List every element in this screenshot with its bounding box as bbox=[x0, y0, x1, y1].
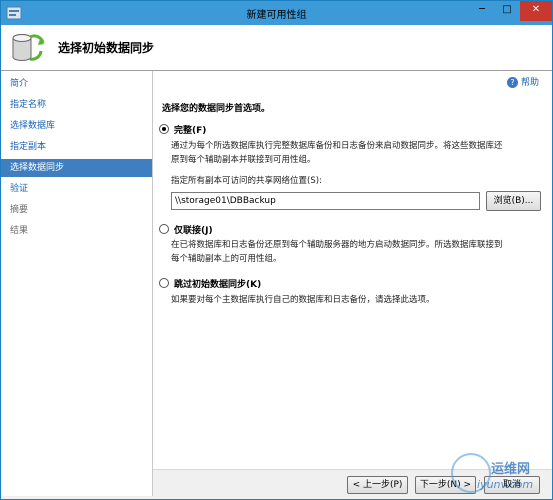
nav-item-results: 结果 bbox=[10, 226, 29, 236]
share-location-label: 指定所有副本可访问的共享网络位置(S): bbox=[171, 176, 322, 186]
description-line: 每个辅助副本上的可用性组。 bbox=[171, 254, 282, 264]
watermark-title: 运维网 bbox=[491, 462, 531, 477]
nav-item-replicas[interactable]: 指定副本 bbox=[1, 138, 152, 156]
nav-item-intro[interactable]: 简介 bbox=[1, 75, 152, 93]
minimize-button[interactable]: ─ bbox=[470, 1, 494, 21]
browse-button[interactable]: 浏览(B)... bbox=[486, 191, 541, 211]
wizard-header: 选择初始数据同步 bbox=[1, 25, 552, 71]
full-radio[interactable] bbox=[159, 124, 169, 134]
nav-item-validation[interactable]: 验证 bbox=[1, 180, 152, 198]
skip-sync-option-label[interactable]: 跳过初始数据同步(K) bbox=[174, 277, 261, 290]
content-panel bbox=[153, 71, 552, 469]
full-option-description: 通过为每个所选数据库执行完整数据库备份和日志备份来启动数据同步。将这些数据库还 … bbox=[171, 139, 551, 167]
nav-item-data-sync[interactable]: 选择数据同步 bbox=[1, 159, 152, 177]
page-title: 选择初始数据同步 bbox=[58, 41, 155, 55]
description-line: 如果要对每个主数据库执行自己的数据库和日志备份，请选择此选项。 bbox=[171, 295, 435, 305]
description-line: 在已将数据库和日志备份还原到每个辅助服务器的地方启动数据同步。所选数据库联接到 bbox=[171, 240, 503, 250]
join-only-option-description: 在已将数据库和日志备份还原到每个辅助服务器的地方启动数据同步。所选数据库联接到 … bbox=[171, 238, 551, 266]
join-only-option-label[interactable]: 仅联接(J) bbox=[174, 223, 213, 236]
share-path-input[interactable] bbox=[171, 192, 480, 210]
watermark: 运维网 iyunv.com bbox=[451, 453, 551, 499]
radio-dot bbox=[162, 127, 166, 131]
database-sync-icon bbox=[12, 34, 45, 61]
full-option-label[interactable]: 完整(F) bbox=[174, 123, 206, 136]
help-link[interactable]: ? 帮助 bbox=[507, 75, 539, 88]
question-icon: ? bbox=[507, 77, 518, 88]
close-button[interactable]: ✕ bbox=[520, 1, 552, 21]
nav-item-summary: 摘要 bbox=[10, 205, 29, 215]
maximize-button[interactable]: □ bbox=[496, 1, 518, 21]
wizard-nav: 简介 指定名称 选择数据库 指定副本 选择数据同步 验证 摘要 结果 bbox=[1, 71, 153, 496]
skip-sync-option-description: 如果要对每个主数据库执行自己的数据库和日志备份，请选择此选项。 bbox=[171, 293, 551, 307]
skip-sync-radio[interactable] bbox=[159, 278, 169, 288]
join-only-radio[interactable] bbox=[159, 224, 169, 234]
previous-button[interactable]: < 上一步(P) bbox=[347, 476, 408, 494]
nav-item-databases[interactable]: 选择数据库 bbox=[1, 117, 152, 135]
help-label: 帮助 bbox=[521, 78, 540, 88]
description-line: 通过为每个所选数据库执行完整数据库备份和日志备份来启动数据同步。将这些数据库还 bbox=[171, 141, 503, 151]
instruction-text: 选择您的数据同步首选项。 bbox=[162, 104, 271, 114]
description-line: 原到每个辅助副本并联接到可用性组。 bbox=[171, 155, 316, 165]
wizard-window: 新建可用性组 ─ □ ✕ 选择初始数据同步 简介 指定名称 选择数据库 指定副本… bbox=[0, 0, 553, 500]
nav-item-name[interactable]: 指定名称 bbox=[1, 96, 152, 114]
watermark-url: iyunv.com bbox=[477, 478, 534, 491]
